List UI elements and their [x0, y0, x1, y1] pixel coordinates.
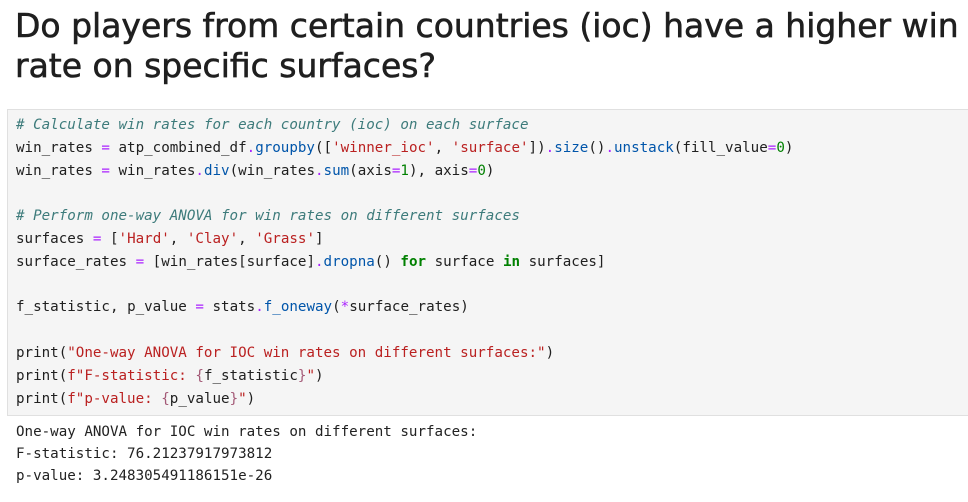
code-line-2: win_rates = atp_combined_df.groupby(['wi…: [16, 140, 794, 156]
code-line-3: win_rates = win_rates.div(win_rates.sum(…: [16, 163, 495, 179]
code-line-7: surface_rates = [win_rates[surface].drop…: [16, 254, 606, 270]
code-line-13: print(f"p-value: {p_value}"): [16, 391, 256, 407]
code-comment: # Calculate win rates for each country (…: [16, 117, 529, 133]
code-line-9: f_statistic, p_value = stats.f_oneway(*s…: [16, 299, 469, 315]
code-comment: # Perform one-way ANOVA for win rates on…: [16, 208, 520, 224]
code-cell-input[interactable]: # Calculate win rates for each country (…: [7, 109, 968, 416]
output-line-1: One-way ANOVA for IOC win rates on diffe…: [16, 424, 478, 440]
code-line-1: # Calculate win rates for each country (…: [16, 115, 529, 135]
code-line-5: # Perform one-way ANOVA for win rates on…: [16, 206, 520, 226]
heading-line-1: Do players from certain countries (ioc) …: [15, 6, 959, 46]
markdown-heading: Do players from certain countries (ioc) …: [15, 6, 960, 86]
code-line-6: surfaces = ['Hard', 'Clay', 'Grass']: [16, 231, 324, 247]
output-line-2: F-statistic: 76.21237917973812: [16, 446, 273, 462]
heading-line-2: rate on specific surfaces?: [15, 46, 437, 86]
code-line-12: print(f"F-statistic: {f_statistic}"): [16, 368, 324, 384]
code-line-11: print("One-way ANOVA for IOC win rates o…: [16, 345, 555, 361]
output-line-3: p-value: 3.248305491186151e-26: [16, 468, 273, 484]
